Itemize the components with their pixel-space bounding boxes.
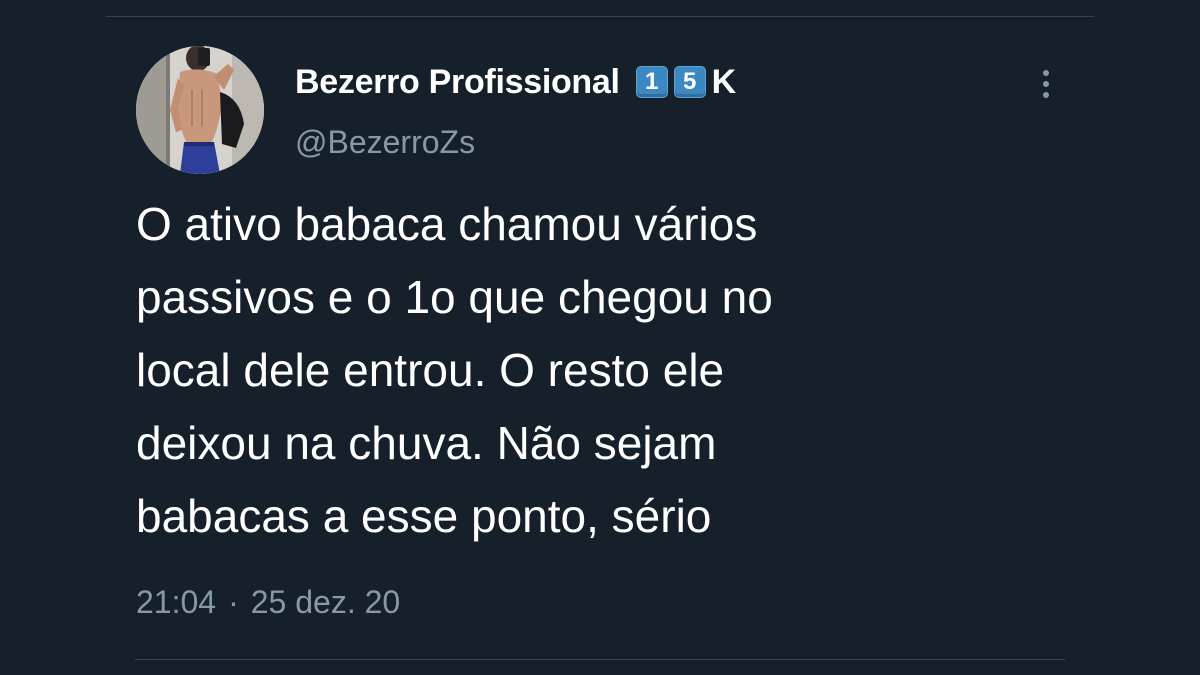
meta-separator: · xyxy=(228,584,239,620)
tweet-text-line: deixou na chuva. Não sejam xyxy=(136,417,717,469)
bottom-divider xyxy=(135,659,1065,660)
tweet-date[interactable]: 25 dez. 20 xyxy=(251,584,400,621)
author-name-suffix: K xyxy=(711,62,737,101)
author-name-row[interactable]: Bezerro Profissional 1 5 K xyxy=(295,60,736,104)
tweet-meta: 21:04 · 25 dez. 20 xyxy=(136,584,400,621)
more-options-button[interactable] xyxy=(1030,64,1062,104)
top-divider xyxy=(106,16,1094,17)
keycap-digit-five: 5 xyxy=(673,66,706,98)
more-vertical-icon xyxy=(1043,70,1049,98)
tweet-time[interactable]: 21:04 xyxy=(136,584,216,621)
keycap-digit-one: 1 xyxy=(635,66,668,98)
tweet-text-line: O ativo babaca chamou vários xyxy=(136,198,758,250)
profile-photo-image xyxy=(136,46,264,174)
author-display-name[interactable]: Bezerro Profissional xyxy=(295,63,620,102)
tweet-text-line: local dele entrou. O resto ele xyxy=(136,344,725,396)
tweet-text-line: passivos e o 1o que chegou no xyxy=(136,271,773,323)
tweet-text-line: babacas a esse ponto, sério xyxy=(136,490,712,542)
author-handle[interactable]: @BezerroZs xyxy=(295,124,475,161)
keycap-badge: 1 5 xyxy=(635,66,706,98)
tweet-text: O ativo babaca chamou vários passivos e … xyxy=(136,188,1036,553)
avatar[interactable] xyxy=(136,46,264,174)
